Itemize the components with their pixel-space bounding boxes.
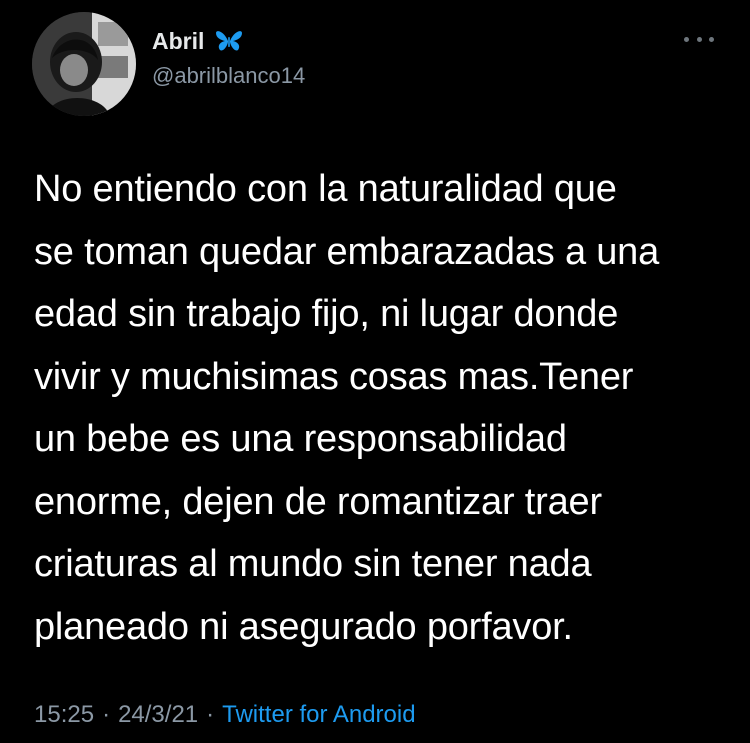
more-options-button[interactable]: [684, 32, 714, 46]
tweet-meta: 15:25 · 24/3/21 · Twitter for Android: [34, 698, 416, 732]
tweet-date[interactable]: 24/3/21: [118, 698, 198, 732]
user-handle[interactable]: @abrilblanco14: [152, 62, 305, 90]
more-dot-icon: [709, 36, 714, 42]
meta-separator: ·: [102, 701, 111, 728]
tweet-time[interactable]: 15:25: [34, 698, 94, 732]
more-dot-icon: [684, 36, 689, 42]
tweet: Abril @abrilblanco14 No entiendo con la …: [0, 0, 750, 743]
more-dot-icon: [696, 36, 702, 42]
avatar-photo: [32, 12, 136, 116]
display-name[interactable]: Abril: [152, 26, 204, 56]
meta-separator: ·: [206, 701, 215, 728]
tweet-source-link[interactable]: Twitter for Android: [222, 698, 415, 732]
butterfly-icon: [214, 29, 244, 53]
tweet-text: No entiendo con la naturalidad que se to…: [34, 168, 660, 648]
author-name-row: Abril: [152, 26, 244, 56]
avatar[interactable]: [32, 12, 136, 116]
